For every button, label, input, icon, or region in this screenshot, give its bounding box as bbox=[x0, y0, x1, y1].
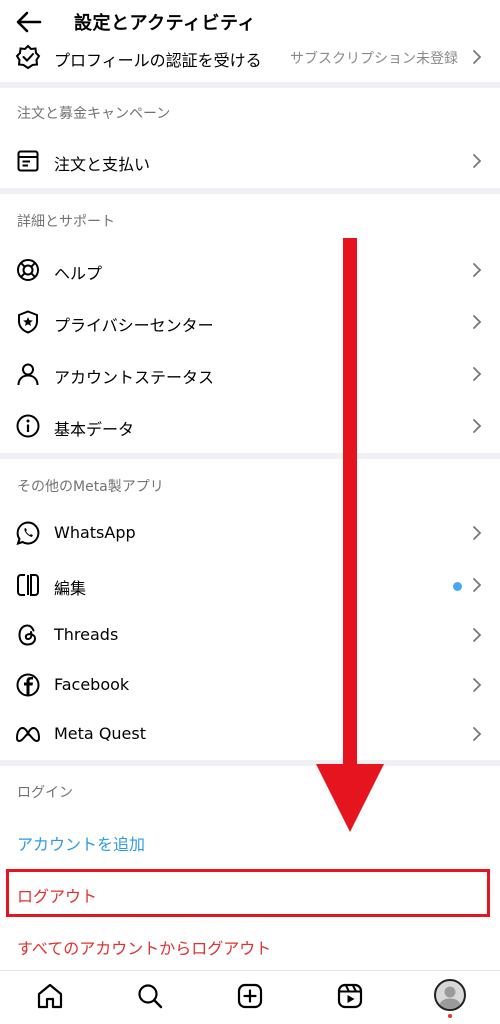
avatar-silhouette-icon bbox=[439, 986, 461, 1009]
settings-row-account-status[interactable]: アカウントステータス bbox=[0, 349, 500, 399]
row-label: Threads bbox=[54, 625, 119, 644]
chevron-right-icon bbox=[473, 315, 482, 329]
settings-row-threads[interactable]: Threads bbox=[0, 610, 500, 660]
section-header-meta-apps: その他のMeta製アプリ bbox=[17, 479, 164, 495]
new-indicator-dot bbox=[453, 582, 462, 591]
row-label: アカウントステータス bbox=[54, 368, 215, 387]
row-label: Facebook bbox=[54, 675, 130, 694]
person-icon bbox=[17, 363, 39, 386]
chevron-right-icon bbox=[473, 263, 482, 277]
settings-row-facebook[interactable]: Facebook bbox=[0, 660, 500, 710]
settings-row-whatsapp[interactable]: WhatsApp bbox=[0, 508, 500, 558]
section-header-support: 詳細とサポート bbox=[17, 214, 115, 230]
page-title: 設定とアクティビティ bbox=[74, 13, 256, 34]
logout-button[interactable]: ログアウト bbox=[17, 883, 97, 907]
reels-icon[interactable] bbox=[335, 981, 365, 1011]
chevron-right-icon bbox=[473, 50, 482, 64]
chevron-right-icon bbox=[473, 419, 482, 433]
chevron-right-icon bbox=[473, 154, 482, 168]
lifebuoy-icon bbox=[17, 259, 39, 281]
receipt-icon bbox=[17, 150, 39, 172]
chevron-right-icon bbox=[473, 678, 482, 692]
verified-badge-icon bbox=[15, 44, 41, 70]
whatsapp-icon bbox=[16, 521, 40, 546]
chevron-right-icon bbox=[473, 367, 482, 381]
row-label: 編集 bbox=[54, 579, 87, 598]
chevron-right-icon bbox=[473, 628, 482, 642]
threads-icon bbox=[18, 624, 37, 646]
row-label: ヘルプ bbox=[54, 264, 103, 283]
add-account-button[interactable]: アカウントを追加 bbox=[17, 831, 145, 855]
home-icon[interactable] bbox=[35, 981, 65, 1011]
bottom-navigation bbox=[0, 970, 500, 1024]
section-header-orders: 注文と募金キャンペーン bbox=[17, 106, 171, 122]
row-label: 基本データ bbox=[54, 420, 135, 439]
row-label: 注文と支払い bbox=[54, 155, 151, 174]
facebook-icon bbox=[16, 673, 40, 697]
notification-dot bbox=[448, 1014, 452, 1018]
profile-avatar[interactable] bbox=[434, 979, 466, 1011]
info-icon bbox=[16, 414, 40, 438]
row-label: WhatsApp bbox=[54, 523, 136, 542]
settings-row-meta-quest[interactable]: Meta Quest bbox=[0, 709, 500, 759]
settings-row-edits[interactable]: 編集 bbox=[0, 560, 500, 610]
row-label: Meta Quest bbox=[54, 724, 146, 743]
logout-all-accounts-button[interactable]: すべてのアカウントからログアウト bbox=[17, 935, 271, 959]
row-label: プライバシーセンター bbox=[54, 316, 214, 335]
search-icon[interactable] bbox=[135, 981, 165, 1011]
chevron-right-icon bbox=[473, 526, 482, 540]
create-post-icon[interactable] bbox=[235, 981, 265, 1011]
chevron-right-icon bbox=[473, 727, 482, 741]
top-bar: 設定とアクティビティ bbox=[0, 0, 500, 44]
settings-row-about[interactable]: 基本データ bbox=[0, 401, 500, 451]
section-header-login: ログイン bbox=[17, 785, 73, 801]
chevron-right-icon bbox=[473, 578, 482, 592]
section-divider bbox=[0, 760, 500, 766]
shield-star-icon bbox=[18, 310, 38, 334]
subscription-status: サブスクリプション未登録 bbox=[290, 51, 458, 67]
row-label: プロフィールの認証を受ける bbox=[54, 51, 262, 70]
section-divider bbox=[0, 188, 500, 194]
meta-icon bbox=[15, 726, 41, 743]
back-arrow-icon[interactable] bbox=[14, 8, 44, 36]
settings-row-help[interactable]: ヘルプ bbox=[0, 245, 500, 295]
section-divider bbox=[0, 453, 500, 459]
section-divider bbox=[0, 82, 500, 88]
edits-icon bbox=[17, 574, 39, 596]
settings-row-orders[interactable]: 注文と支払い bbox=[0, 136, 500, 186]
annotation-arrow-down-icon bbox=[316, 238, 384, 832]
settings-row-privacy-center[interactable]: プライバシーセンター bbox=[0, 297, 500, 347]
